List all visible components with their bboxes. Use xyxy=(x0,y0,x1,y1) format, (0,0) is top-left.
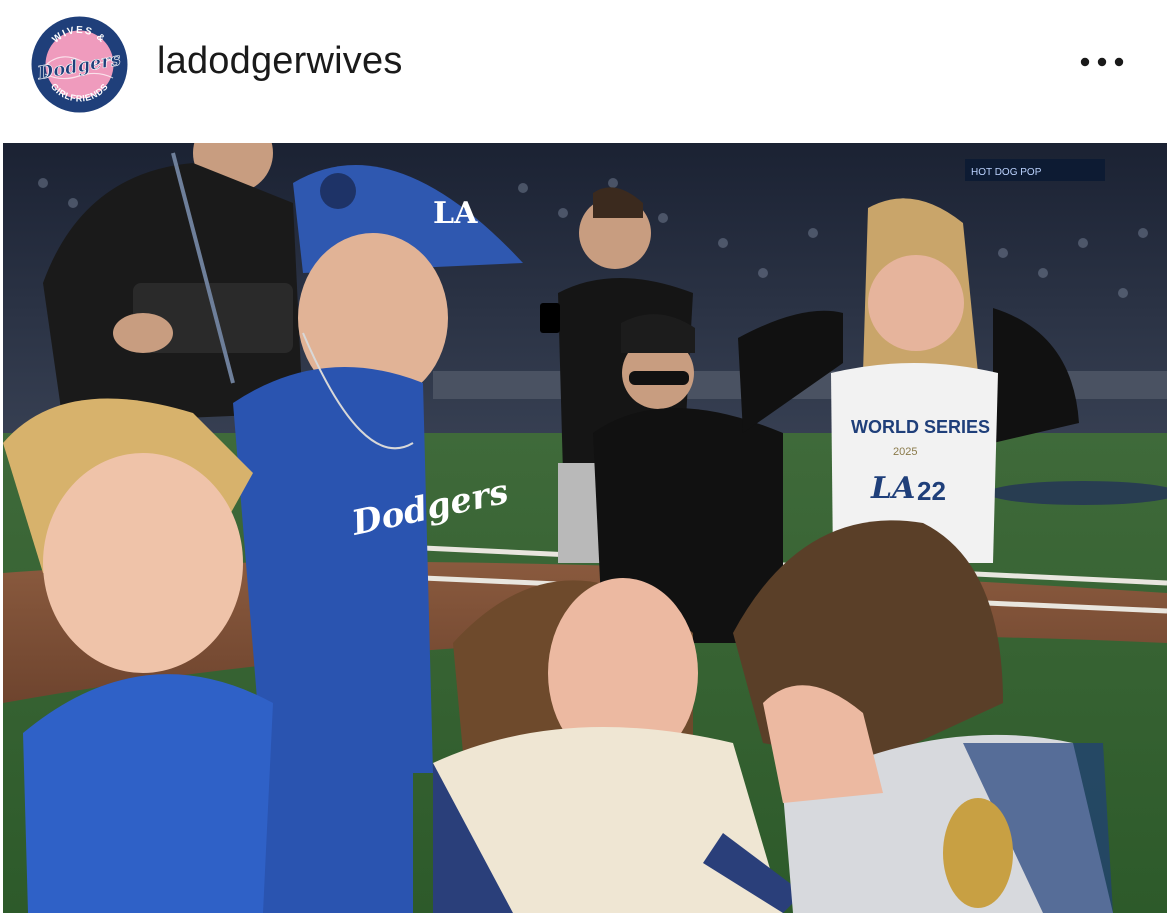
post-photo[interactable]: HOT DOG POP WORLD SERIES 2025 LA 22 LA D… xyxy=(3,143,1167,913)
profile-avatar[interactable]: WIVES & GIRLFRIENDS Dodgers xyxy=(31,16,128,113)
dodgers-wives-logo: WIVES & GIRLFRIENDS Dodgers xyxy=(31,16,128,113)
instagram-post: WIVES & GIRLFRIENDS Dodgers ladodgerwive… xyxy=(0,0,1170,913)
more-horizontal-icon xyxy=(1080,57,1124,67)
celebration-photo: HOT DOG POP WORLD SERIES 2025 LA 22 LA D… xyxy=(3,143,1167,913)
scoreboard-text: HOT DOG POP xyxy=(971,167,1042,178)
more-options-button[interactable] xyxy=(1072,40,1136,84)
jersey-number-text: 22 xyxy=(917,476,946,506)
post-header: WIVES & GIRLFRIENDS Dodgers ladodgerwive… xyxy=(0,0,1170,142)
cap-logo-text: LA xyxy=(433,196,478,231)
jersey-team-text: LA xyxy=(870,471,915,506)
jersey-title-text: WORLD SERIES xyxy=(851,417,990,437)
post-username[interactable]: ladodgerwives xyxy=(157,38,403,84)
jersey-year-text: 2025 xyxy=(893,446,917,458)
